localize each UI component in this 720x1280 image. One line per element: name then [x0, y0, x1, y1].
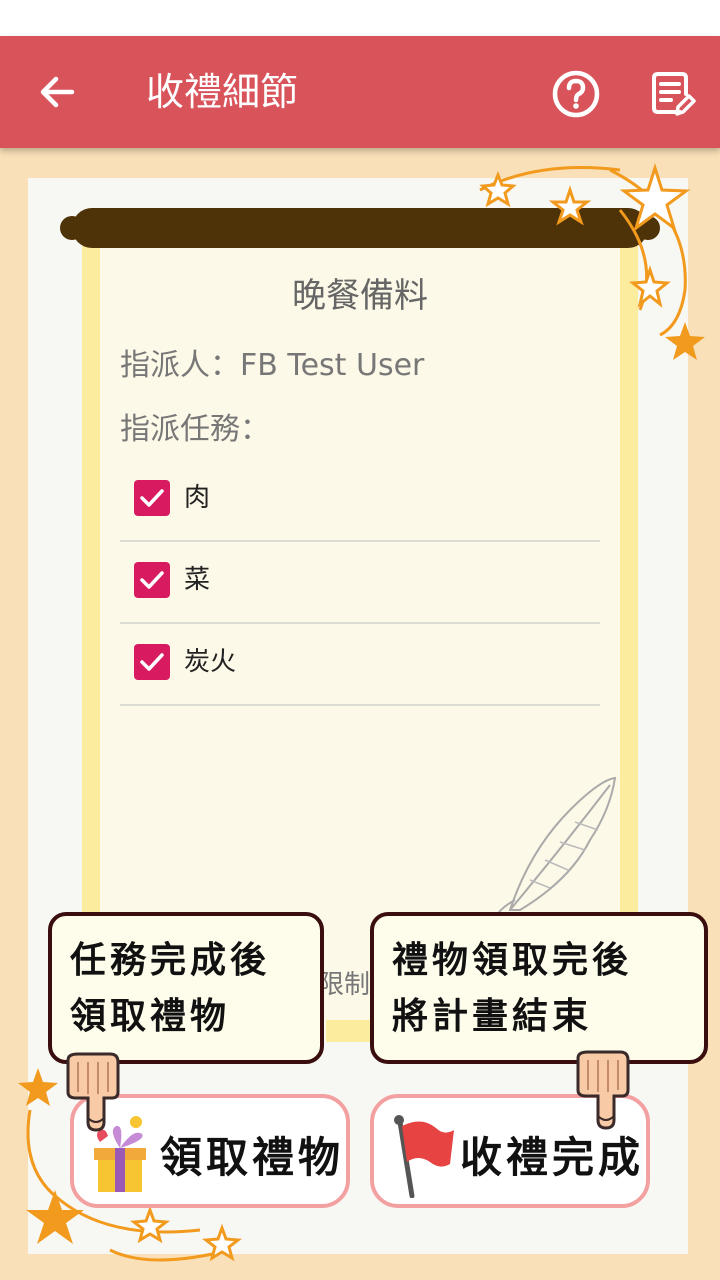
assigner-label: 指派人：FB Test User [120, 348, 425, 383]
help-circle-icon [552, 70, 600, 118]
edit-note-button[interactable] [644, 66, 700, 122]
task-checkbox[interactable] [134, 480, 170, 516]
task-checkbox[interactable] [134, 644, 170, 680]
pointing-hand-icon [576, 1050, 630, 1130]
feather-decoration-icon [494, 776, 617, 919]
checkmark-icon [140, 571, 164, 589]
task-item-label: 肉 [184, 483, 211, 513]
finish-receiving-label: 收禮完成 [460, 1133, 645, 1182]
task-item-label: 炭火 [184, 647, 237, 677]
task-checkbox[interactable] [134, 562, 170, 598]
app-bar: 收禮細節 [0, 36, 720, 148]
task-item[interactable]: 炭火 [120, 624, 600, 706]
checkmark-icon [140, 653, 164, 671]
finish-hint-bubble: 禮物領取完後 將計畫結束 [370, 912, 708, 1064]
page-title: 收禮細節 [146, 70, 299, 114]
finish-hint-line: 禮物領取完後 [392, 939, 633, 981]
status-bar [0, 0, 720, 36]
task-item[interactable]: 肉 [120, 460, 600, 542]
red-flag-icon [394, 1115, 454, 1198]
claim-hint-line: 任務完成後 [70, 939, 271, 981]
checkmark-icon [140, 489, 164, 507]
pointing-hand-icon [66, 1052, 120, 1132]
stars-decoration-icon [479, 163, 705, 360]
arrow-left-icon [40, 76, 75, 108]
finish-hint-line: 將計畫結束 [392, 995, 593, 1037]
help-button[interactable] [548, 66, 604, 122]
claim-hint-bubble: 任務完成後 領取禮物 [48, 912, 324, 1064]
task-item-label: 菜 [184, 565, 211, 595]
task-item[interactable]: 菜 [120, 542, 600, 624]
task-title: 晚餐備料 [292, 276, 428, 316]
assigned-tasks-label: 指派任務： [120, 412, 270, 447]
time-limit-text: 限制 [318, 970, 371, 1000]
claim-hint-line: 領取禮物 [70, 995, 231, 1037]
back-button[interactable] [30, 64, 86, 120]
note-edit-icon [652, 72, 696, 116]
claim-gift-label: 領取禮物 [160, 1133, 345, 1182]
